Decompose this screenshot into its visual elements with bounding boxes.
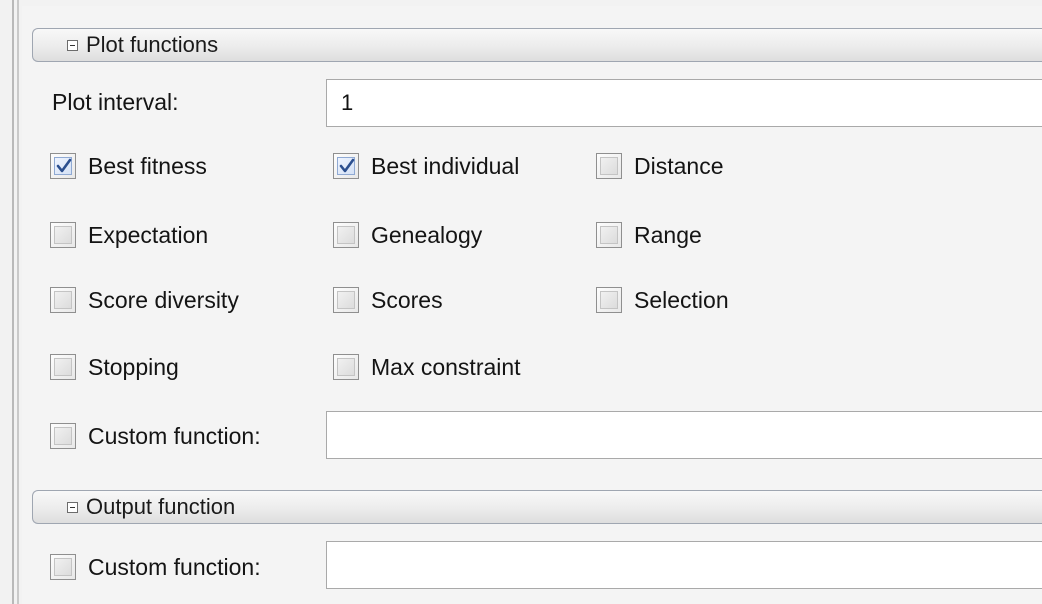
output-function-header[interactable]: Output function [32,490,1042,524]
checkbox-unchecked-icon [50,287,76,313]
checkbox-unchecked-icon [333,354,359,380]
checkbox-unchecked-icon [50,423,76,449]
checkmark-icon [56,158,72,173]
left-border-inner [17,0,19,604]
checkbox-label: Distance [634,152,724,179]
checkbox-label: Best individual [371,152,520,179]
plot-interval-label: Plot interval: [52,89,179,115]
plot-functions-title: Plot functions [86,32,219,57]
plot-custom-function-label: Custom function: [88,422,261,449]
collapse-minus-icon[interactable] [67,501,78,513]
output-custom-function-label: Custom function: [88,553,261,580]
checkbox-label: Expectation [88,221,209,248]
checkbox-unchecked-icon [596,222,622,248]
checkbox-label: Best fitness [88,152,207,179]
output-function-title: Output function [86,494,236,519]
options-panel: Plot functions Plot interval: Best fitne… [0,0,1042,604]
checkbox-max-constraint[interactable]: Max constraint [333,352,521,382]
plot-interval-input[interactable] [326,79,1042,127]
checkmark-icon [339,158,355,173]
checkbox-unchecked-icon [50,354,76,380]
checkbox-distance[interactable]: Distance [596,151,723,181]
output-custom-function-input[interactable] [326,541,1042,589]
collapse-minus-icon[interactable] [67,39,78,51]
left-border [12,0,14,604]
checkbox-unchecked-icon [333,287,359,313]
checkbox-label: Genealogy [371,221,483,248]
checkbox-unchecked-icon [596,287,622,313]
checkbox-selection[interactable]: Selection [596,285,729,315]
plot-custom-function-input[interactable] [326,411,1042,459]
checkbox-label: Max constraint [371,353,521,380]
checkbox-expectation[interactable]: Expectation [50,220,208,250]
checkbox-label: Stopping [88,353,179,380]
checkbox-checked-icon [333,153,359,179]
checkbox-label: Range [634,221,702,248]
checkbox-stopping[interactable]: Stopping [50,352,179,382]
checkbox-label: Selection [634,286,729,313]
checkbox-unchecked-icon [50,554,76,580]
checkbox-checked-icon [50,153,76,179]
checkbox-unchecked-icon [596,153,622,179]
checkbox-score-diversity[interactable]: Score diversity [50,285,239,315]
checkbox-unchecked-icon [50,222,76,248]
checkbox-range[interactable]: Range [596,220,702,250]
checkbox-scores[interactable]: Scores [333,285,443,315]
checkbox-genealogy[interactable]: Genealogy [333,220,482,250]
plot-functions-header[interactable]: Plot functions [32,28,1042,62]
checkbox-label: Scores [371,286,443,313]
checkbox-label: Score diversity [88,286,239,313]
checkbox-best-fitness[interactable]: Best fitness [50,151,207,181]
plot-custom-function-checkbox[interactable]: Custom function: [50,421,261,451]
checkbox-unchecked-icon [333,222,359,248]
output-custom-function-checkbox[interactable]: Custom function: [50,552,261,582]
checkbox-best-individual[interactable]: Best individual [333,151,519,181]
